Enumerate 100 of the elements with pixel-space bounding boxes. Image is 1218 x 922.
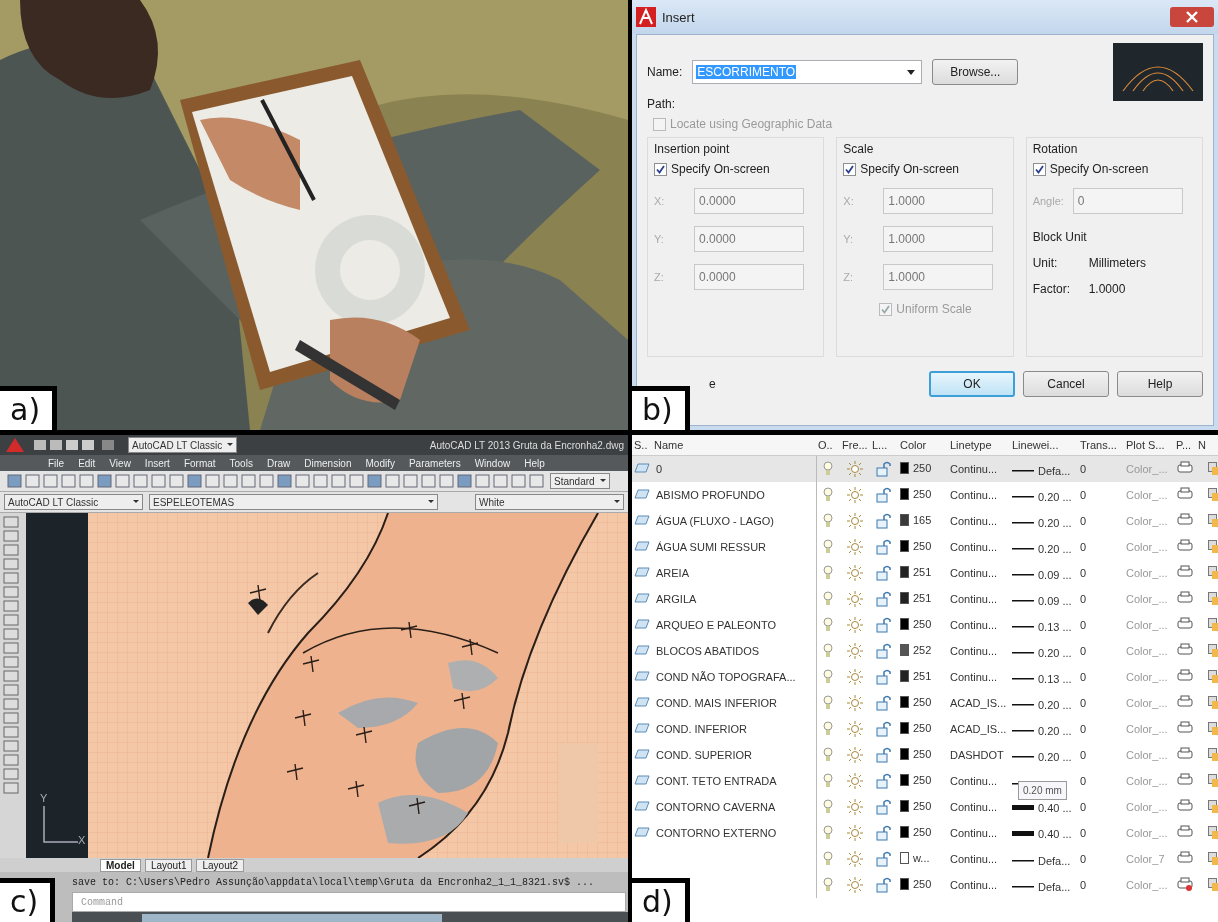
lightbulb-icon[interactable]: [823, 669, 834, 685]
new-viewport-freeze-icon[interactable]: [1208, 670, 1218, 685]
unlocked-padlock-icon[interactable]: [876, 747, 892, 763]
input-field[interactable]: 0.0000: [694, 188, 804, 214]
draw-toolbar[interactable]: [0, 513, 26, 858]
layer-dropdown[interactable]: ESPELEOTEMAS: [149, 494, 438, 510]
layer-row[interactable]: w... Continu... Defa... 0 Color_7: [632, 846, 1218, 872]
layer-row[interactable]: COND. INFERIOR 250 ACAD_IS... 0.20 ... 0 Color_...: [632, 716, 1218, 742]
menu-item[interactable]: Dimension: [304, 457, 352, 469]
layer-row[interactable]: ÁGUA SUMI RESSUR 250 Continu... 0.20 ... 0 Color_...: [632, 534, 1218, 560]
lightbulb-icon[interactable]: [823, 513, 834, 529]
menu-item[interactable]: Help: [524, 457, 545, 469]
color-swatch[interactable]: [900, 670, 909, 682]
column-header[interactable]: S..: [632, 435, 652, 456]
column-header[interactable]: L...: [870, 435, 898, 456]
sun-icon[interactable]: [847, 799, 863, 815]
new-viewport-freeze-icon[interactable]: [1208, 696, 1218, 711]
layer-row[interactable]: ARGILA 251 Continu... 0.09 ... 0 Color_...: [632, 586, 1218, 612]
color-swatch[interactable]: [900, 722, 909, 734]
sun-icon[interactable]: [847, 773, 863, 789]
menu-item[interactable]: Tools: [229, 457, 253, 469]
lightbulb-icon[interactable]: [823, 643, 834, 659]
unlocked-padlock-icon[interactable]: [876, 643, 892, 659]
printer-icon[interactable]: [1177, 617, 1193, 631]
printer-icon[interactable]: [1177, 695, 1193, 709]
lightbulb-icon[interactable]: [823, 539, 834, 555]
printer-icon[interactable]: [1177, 799, 1193, 813]
color-swatch[interactable]: [900, 852, 909, 864]
sun-icon[interactable]: [847, 591, 863, 607]
column-header[interactable]: N: [1196, 435, 1218, 456]
sun-icon[interactable]: [847, 487, 863, 503]
color-swatch[interactable]: [900, 800, 909, 812]
text-style-dropdown[interactable]: Standard: [550, 473, 610, 489]
unlocked-padlock-icon[interactable]: [876, 539, 892, 555]
layer-row[interactable]: ÁGUA (FLUXO - LAGO) 165 Continu... 0.20 ... 0 Color_...: [632, 508, 1218, 534]
lightbulb-icon[interactable]: [823, 877, 834, 893]
new-viewport-freeze-icon[interactable]: [1208, 722, 1218, 737]
close-icon[interactable]: [1170, 7, 1214, 27]
menu-item[interactable]: Modify: [365, 457, 395, 469]
new-viewport-freeze-icon[interactable]: [1208, 592, 1218, 607]
unlocked-padlock-icon[interactable]: [876, 461, 892, 477]
lightbulb-icon[interactable]: [823, 617, 834, 633]
layer-row[interactable]: COND NÃO TOPOGRAFA... 251 Continu... 0.13 ... 0 Color_...: [632, 664, 1218, 690]
layer-row[interactable]: CONT. TETO ENTRADA 250 Continu... 0.20 mm 0 Color_...: [632, 768, 1218, 794]
color-swatch[interactable]: [900, 748, 909, 760]
dialog-button[interactable]: Help: [1117, 371, 1203, 397]
layout-tab[interactable]: Layout2: [196, 858, 245, 872]
new-viewport-freeze-icon[interactable]: [1208, 800, 1218, 815]
layout-tab[interactable]: Model: [100, 858, 141, 872]
new-viewport-freeze-icon[interactable]: [1208, 462, 1218, 477]
input-field[interactable]: 0.0000: [694, 226, 804, 252]
menu-item[interactable]: Edit: [78, 457, 96, 469]
browse-button[interactable]: Browse...: [932, 59, 1019, 85]
unlocked-padlock-icon[interactable]: [876, 565, 892, 581]
workspace-dropdown[interactable]: AutoCAD LT Classic: [4, 494, 143, 510]
printer-icon[interactable]: [1177, 461, 1193, 475]
new-viewport-freeze-icon[interactable]: [1208, 644, 1218, 659]
column-header[interactable]: O..: [816, 435, 840, 456]
toolbar-icons-drawing[interactable]: [4, 472, 544, 490]
menu-item[interactable]: Window: [474, 457, 511, 469]
printer-icon[interactable]: [1177, 565, 1193, 579]
unlocked-padlock-icon[interactable]: [876, 877, 892, 893]
menu-item[interactable]: Format: [183, 457, 216, 469]
printer-icon[interactable]: [1177, 669, 1193, 683]
new-viewport-freeze-icon[interactable]: [1208, 618, 1218, 633]
unlocked-padlock-icon[interactable]: [876, 851, 892, 867]
sun-icon[interactable]: [847, 825, 863, 841]
layer-row[interactable]: ABISMO PROFUNDO 250 Continu... 0.20 ... 0 Color_...: [632, 482, 1218, 508]
new-viewport-freeze-icon[interactable]: [1208, 826, 1218, 841]
sun-icon[interactable]: [847, 695, 863, 711]
sun-icon[interactable]: [847, 565, 863, 581]
checkbox[interactable]: [1032, 162, 1046, 176]
sun-icon[interactable]: [847, 747, 863, 763]
new-viewport-freeze-icon[interactable]: [1208, 878, 1218, 893]
lightbulb-icon[interactable]: [823, 721, 834, 737]
printer-icon[interactable]: [1177, 825, 1193, 839]
unlocked-padlock-icon[interactable]: [876, 669, 892, 685]
new-viewport-freeze-icon[interactable]: [1208, 514, 1218, 529]
color-swatch[interactable]: [900, 514, 909, 526]
color-swatch[interactable]: [900, 774, 909, 786]
unlocked-padlock-icon[interactable]: [876, 591, 892, 607]
input-field[interactable]: 0: [1072, 188, 1183, 214]
unlocked-padlock-icon[interactable]: [876, 617, 892, 633]
color-swatch[interactable]: [900, 878, 909, 890]
color-swatch[interactable]: [900, 540, 909, 552]
new-viewport-freeze-icon[interactable]: [1208, 540, 1218, 555]
lightbulb-icon[interactable]: [823, 565, 834, 581]
printer-icon[interactable]: [1177, 747, 1193, 761]
dialog-button[interactable]: OK: [929, 371, 1015, 397]
sun-icon[interactable]: [847, 617, 863, 633]
sun-icon[interactable]: [847, 877, 863, 893]
color-swatch[interactable]: [900, 826, 909, 838]
layer-row[interactable]: COND. MAIS INFERIOR 250 ACAD_IS... 0.20 ... 0 Color_...: [632, 690, 1218, 716]
input-field[interactable]: 1.0000: [883, 264, 994, 290]
printer-icon[interactable]: [1177, 487, 1193, 501]
color-swatch[interactable]: [900, 592, 909, 604]
new-viewport-freeze-icon[interactable]: [1208, 748, 1218, 763]
column-header[interactable]: Color: [898, 435, 948, 456]
dialog-button[interactable]: Cancel: [1023, 371, 1109, 397]
checkbox[interactable]: [654, 162, 667, 176]
